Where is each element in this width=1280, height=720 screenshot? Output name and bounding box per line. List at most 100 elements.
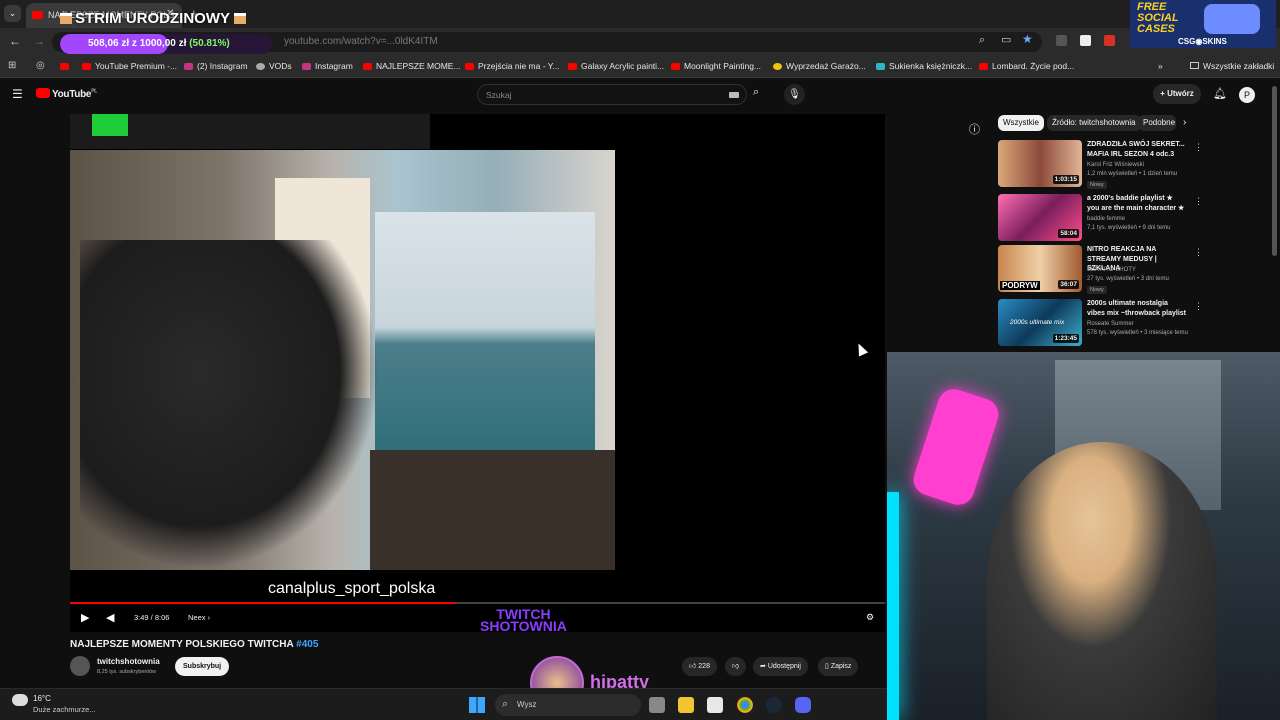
discord-icon[interactable] — [795, 697, 811, 713]
bookmark-item-0[interactable] — [60, 61, 73, 71]
microphone-icon[interactable]: 🎙︎ — [784, 84, 805, 105]
streamer-webcam — [887, 352, 1280, 720]
weather-text[interactable]: Duże zachmurze... — [33, 705, 96, 714]
chip-all[interactable]: Wszystkie — [998, 115, 1044, 131]
video-thumbnail: 58:04 — [998, 194, 1082, 241]
bookmark-item-2[interactable]: (2) Instagram — [184, 61, 248, 71]
more-options-icon[interactable]: ⋮ — [1194, 142, 1203, 153]
bookmarks-overflow-icon[interactable]: » — [1158, 61, 1163, 71]
chip-source[interactable]: Źródło: twitchshotownia — [1047, 115, 1141, 131]
donation-goal-bar: 508,06 zł z 1000,00 zł (50.81%) — [60, 34, 272, 54]
bookmark-item-11[interactable]: Lombard. Życie pod... — [979, 61, 1074, 71]
video-thumbnail: 1:03:15 — [998, 140, 1082, 187]
chapter-label[interactable]: Neex › — [188, 613, 210, 622]
bookmark-item-5[interactable]: NAJLEPSZE MOME... — [363, 61, 461, 71]
create-button[interactable]: + Utwórz — [1153, 84, 1201, 104]
bookmark-item-7[interactable]: Galaxy Acrylic painti... — [568, 61, 664, 71]
bookmark-item-4[interactable]: Instagram — [302, 61, 353, 71]
video-player[interactable]: canalplus_sport_polska ▶ ◀ 3:49 / 8:06 N… — [70, 114, 885, 632]
page-scrollbar[interactable] — [1272, 86, 1277, 256]
taskbar-search[interactable]: ⌕ Wysz — [495, 694, 641, 716]
cast-icon[interactable]: ▭ — [1001, 33, 1011, 46]
file-explorer-icon[interactable] — [678, 697, 694, 713]
stream-title-overlay: STRIM URODZINOWY — [60, 10, 246, 27]
youtube-logo[interactable]: YouTubePL — [36, 88, 97, 100]
more-options-icon[interactable]: ⋮ — [1194, 196, 1203, 207]
window-view — [375, 212, 595, 452]
chips-next-icon[interactable]: › — [1183, 117, 1186, 128]
bookmark-item-3[interactable]: VODs — [256, 61, 292, 71]
video-title: NAJLEPSZE MOMENTY POLSKIEGO TWITCHA #405 — [70, 639, 319, 650]
keyboard-icon[interactable] — [729, 92, 739, 98]
goal-text: 508,06 zł z 1000,00 zł — [88, 38, 187, 49]
sponsor-brand: CSG◉SKINS — [1178, 37, 1227, 46]
recommended-video[interactable]: PODRYW 36:07 NITRO REAKCJA NA STREAMY ME… — [998, 245, 1203, 295]
channel-avatar[interactable] — [70, 656, 90, 676]
hamburger-menu-icon[interactable]: ☰ — [12, 87, 23, 101]
subscribe-button[interactable]: Subskrybuj — [175, 657, 230, 676]
recommended-video[interactable]: 58:04 a 2000's baddie playlist ★ you are… — [998, 194, 1203, 244]
donation-goal-label: 508,06 zł z 1000,00 zł (50.81%) — [88, 38, 230, 49]
instagram-icon — [184, 63, 193, 70]
search-input[interactable]: Szukaj — [477, 84, 747, 105]
new-badge: Nowy — [1087, 181, 1107, 189]
bookmark-item-1[interactable]: YouTube Premium -... — [82, 61, 177, 71]
back-icon[interactable]: ← — [9, 34, 21, 48]
video-green-element — [92, 114, 128, 136]
save-button[interactable]: ▯ Zapisz — [818, 657, 859, 676]
instagram-icon — [302, 63, 311, 70]
apps-icon[interactable]: ⊞ — [8, 60, 16, 71]
tab-search-dropdown[interactable]: ⌄ — [4, 5, 21, 22]
bookmark-item-6[interactable]: Przejścia nie ma - Y... — [465, 61, 559, 71]
chip-similar[interactable]: Podobne — [1138, 115, 1176, 131]
steam-icon[interactable] — [766, 697, 782, 713]
bookmark-item-10[interactable]: Sukienka księżniczk... — [876, 61, 972, 71]
more-options-icon[interactable]: ⋮ — [1194, 301, 1203, 312]
youtube-play-icon — [36, 88, 50, 98]
info-icon[interactable]: ⓘ — [969, 121, 980, 137]
globe-icon — [256, 63, 265, 70]
windows-start-icon[interactable] — [469, 697, 485, 713]
more-options-icon[interactable]: ⋮ — [1194, 247, 1203, 258]
recommended-video[interactable]: 2000s ultimate mix 1:23:45 2000s ultimat… — [998, 299, 1203, 349]
thumb-text: PODRYW — [1000, 281, 1040, 290]
extension-icon[interactable] — [1056, 35, 1067, 46]
rec-meta: 578 tys. wyświetleń • 3 miesiące temu — [1087, 330, 1188, 336]
bookmark-favicon-icon — [876, 63, 885, 70]
youtube-bookmark-icon — [671, 63, 680, 70]
recommended-video[interactable]: 1:03:15 ZDRADZIŁA SWÓJ SEKRET... MAFIA I… — [998, 140, 1203, 190]
bookmark-item-8[interactable]: Moonlight Painting... — [671, 61, 761, 71]
hashtag-link[interactable]: #405 — [296, 639, 318, 650]
dislike-button[interactable]: 👎︎ — [725, 657, 747, 676]
youtube-favicon-icon — [32, 11, 43, 19]
extension-icon-3[interactable] — [1104, 35, 1115, 46]
notifications-icon[interactable]: 🔔︎ — [1213, 87, 1227, 100]
streamer-figure — [987, 442, 1217, 720]
play-button-icon[interactable]: ▶ — [81, 611, 89, 624]
weather-temp[interactable]: 16°C — [33, 694, 51, 703]
bookmark-add-icon: ▯ — [825, 663, 829, 670]
avatar[interactable]: P — [1239, 87, 1255, 103]
folder-icon — [1190, 62, 1199, 69]
bookmark-favicon-icon — [773, 63, 782, 70]
weather-icon[interactable] — [12, 694, 28, 706]
bookmark-star-icon[interactable]: ★ — [1022, 32, 1033, 46]
extension-icon-2[interactable] — [1080, 35, 1091, 46]
zoom-icon[interactable]: ⌕ — [979, 34, 985, 47]
sponsor-banner: FREE SOCIAL CASES CSG◉SKINS — [1130, 0, 1276, 48]
forward-icon[interactable]: → — [33, 34, 45, 48]
rec-title: ZDRADZIŁA SWÓJ SEKRET... MAFIA IRL SEZON… — [1087, 141, 1185, 158]
search-button-icon[interactable]: ⌕ — [753, 86, 759, 99]
volume-icon[interactable]: ◀ — [106, 611, 114, 624]
chrome-icon[interactable] — [737, 697, 753, 713]
like-button[interactable]: 👍︎ 228 — [682, 657, 717, 676]
bookmark-icon[interactable]: ◎ — [36, 60, 45, 71]
video-time: 3:49 / 8:06 — [134, 613, 170, 622]
channel-name[interactable]: twitchshotownia — [97, 657, 160, 666]
share-button[interactable]: ➦ Udostępnij — [753, 657, 808, 676]
task-view-icon[interactable] — [649, 697, 665, 713]
settings-icon[interactable]: ⚙ — [866, 612, 874, 623]
bookmark-item-9[interactable]: Wyprzedaż Garażo... — [773, 61, 866, 71]
store-icon[interactable] — [707, 697, 723, 713]
all-bookmarks[interactable]: Wszystkie zakładki — [1190, 61, 1274, 71]
